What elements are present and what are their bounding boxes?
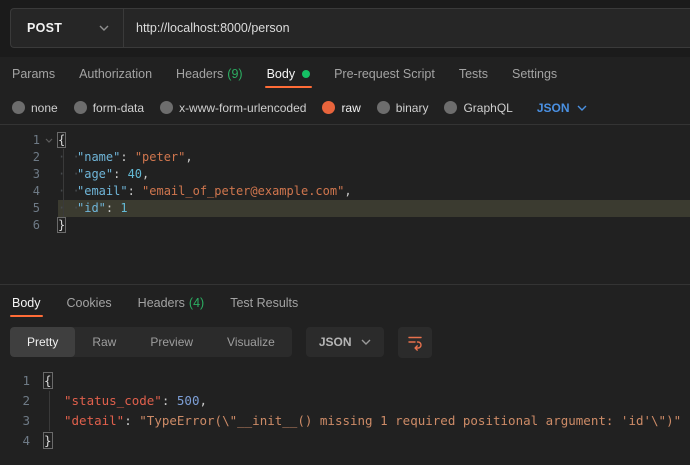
- editor-line: 2 "name": "peter",: [0, 149, 690, 166]
- editor-line: 4 }: [0, 431, 690, 451]
- chevron-down-icon: [577, 105, 587, 111]
- headers-count-badge: (9): [227, 67, 242, 81]
- fold-chevron-icon[interactable]: [40, 132, 58, 149]
- view-pretty-button[interactable]: Pretty: [10, 327, 75, 357]
- tab-settings[interactable]: Settings: [510, 57, 559, 91]
- radio-circle-icon: [444, 101, 457, 114]
- tab-authorization[interactable]: Authorization: [77, 57, 154, 91]
- radio-circle-icon: [12, 101, 25, 114]
- radio-form-data[interactable]: form-data: [74, 101, 144, 115]
- radio-circle-icon: [74, 101, 87, 114]
- response-tab-cookies[interactable]: Cookies: [65, 285, 114, 320]
- radio-raw[interactable]: raw: [322, 101, 360, 115]
- editor-line: 1 {: [0, 132, 690, 149]
- wrap-text-icon: [407, 334, 423, 351]
- postman-request-panel: POST Params Authorization Headers (9) Bo…: [0, 0, 690, 465]
- response-toolbar: Pretty Raw Preview Visualize JSON: [0, 320, 690, 364]
- request-tabs: Params Authorization Headers (9) Body Pr…: [0, 57, 690, 91]
- tab-headers[interactable]: Headers (9): [174, 57, 245, 91]
- method-label: POST: [27, 21, 62, 35]
- url-input[interactable]: [124, 9, 690, 47]
- response-tab-body[interactable]: Body: [10, 285, 43, 320]
- editor-line: 3 "detail": "TypeError(\"__init__() miss…: [0, 411, 690, 431]
- method-select[interactable]: POST: [11, 9, 123, 47]
- view-raw-button[interactable]: Raw: [75, 327, 133, 357]
- url-control: POST: [10, 8, 690, 48]
- request-body-editor[interactable]: 1 { 2 "name": "peter", 3 "age": 40, 4 "e…: [0, 124, 690, 284]
- tab-body[interactable]: Body: [265, 57, 313, 91]
- response-body-viewer[interactable]: 1 { 2 "status_code": 500, 3 "detail": "T…: [0, 364, 690, 464]
- response-headers-count-badge: (4): [189, 296, 204, 310]
- request-language-select[interactable]: JSON: [537, 101, 587, 115]
- response-tab-headers[interactable]: Headers (4): [136, 285, 207, 320]
- editor-line-highlighted: 5 "id": 1: [0, 200, 690, 217]
- radio-circle-icon: [377, 101, 390, 114]
- editor-line: 2 "status_code": 500,: [0, 391, 690, 411]
- body-type-row: none form-data x-www-form-urlencoded raw…: [0, 91, 690, 124]
- response-tabs: Body Cookies Headers (4) Test Results: [0, 284, 690, 320]
- radio-selected-icon: [322, 101, 335, 114]
- response-tab-test-results[interactable]: Test Results: [228, 285, 300, 320]
- view-preview-button[interactable]: Preview: [133, 327, 210, 357]
- chevron-down-icon: [99, 25, 109, 31]
- editor-line: 3 "age": 40,: [0, 166, 690, 183]
- radio-x-www-form-urlencoded[interactable]: x-www-form-urlencoded: [160, 101, 306, 115]
- view-visualize-button[interactable]: Visualize: [210, 327, 292, 357]
- tab-tests[interactable]: Tests: [457, 57, 490, 91]
- wrap-text-button[interactable]: [398, 327, 432, 358]
- tab-pre-request-script[interactable]: Pre-request Script: [332, 57, 437, 91]
- radio-binary[interactable]: binary: [377, 101, 429, 115]
- radio-graphql[interactable]: GraphQL: [444, 101, 512, 115]
- radio-none[interactable]: none: [12, 101, 58, 115]
- editor-line: 6 }: [0, 217, 690, 234]
- tab-params[interactable]: Params: [10, 57, 57, 91]
- editor-line: 1 {: [0, 371, 690, 391]
- request-url-bar: POST: [0, 0, 690, 57]
- chevron-down-icon: [361, 339, 371, 345]
- radio-circle-icon: [160, 101, 173, 114]
- response-language-select[interactable]: JSON: [306, 327, 384, 357]
- view-mode-segmented-control: Pretty Raw Preview Visualize: [10, 327, 292, 357]
- editor-line: 4 "email": "email_of_peter@example.com",: [0, 183, 690, 200]
- indent-guide: [49, 391, 50, 431]
- body-filled-dot: [302, 70, 310, 78]
